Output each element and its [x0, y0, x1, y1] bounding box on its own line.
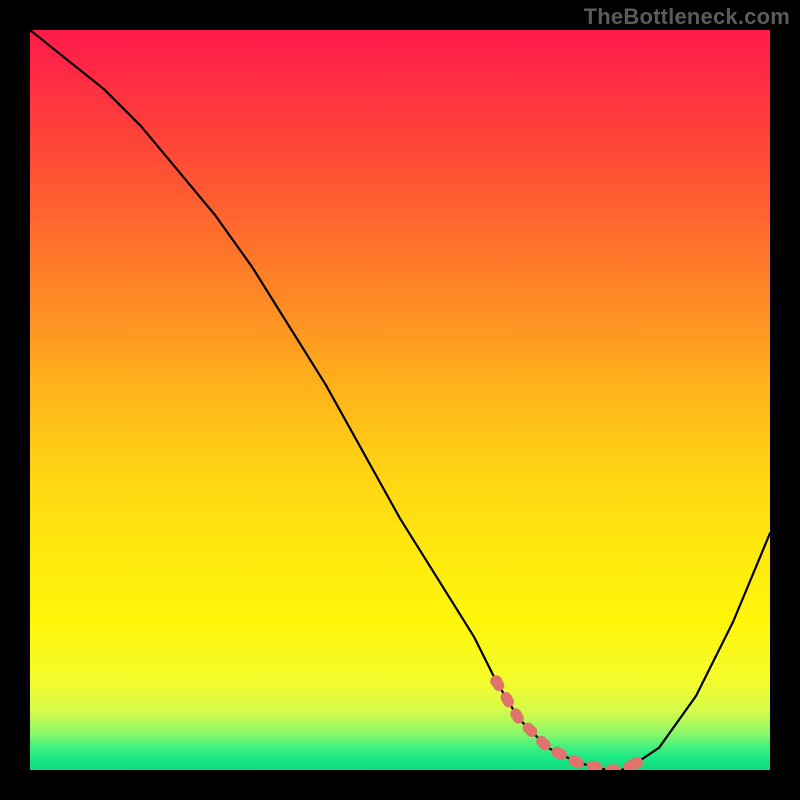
optimal-zone-end-dot — [631, 757, 643, 769]
plot-area — [30, 30, 770, 770]
watermark-text: TheBottleneck.com — [584, 4, 790, 30]
curve-svg — [30, 30, 770, 770]
bottleneck-curve — [30, 30, 770, 770]
optimal-zone-start-dot — [490, 675, 502, 687]
chart-frame: TheBottleneck.com — [0, 0, 800, 800]
